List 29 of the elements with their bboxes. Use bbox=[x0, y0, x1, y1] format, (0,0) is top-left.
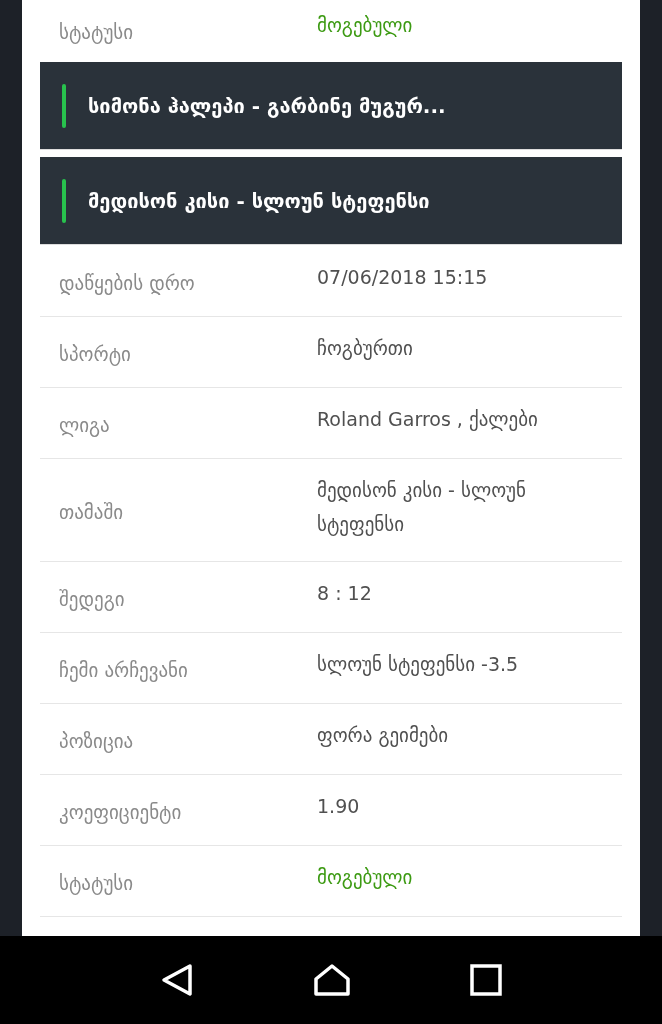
detail-value: 1.90 bbox=[317, 794, 361, 819]
detail-label: ჩემი არჩევანი bbox=[58, 658, 189, 681]
detail-value: Roland Garros , ქალები bbox=[317, 407, 539, 433]
back-icon[interactable] bbox=[159, 963, 194, 997]
detail-label: თამაში bbox=[58, 500, 125, 523]
accent-bar bbox=[62, 178, 66, 223]
status-value: მოგებული bbox=[317, 865, 414, 891]
match-header[interactable]: მედისონ კისი - სლოუნ სტეფენსი bbox=[40, 157, 622, 245]
detail-label: დაწყების დრო bbox=[58, 271, 196, 294]
detail-label: პოზიცია bbox=[58, 729, 135, 752]
detail-value: ჩოგბურთი bbox=[317, 336, 414, 362]
detail-label: შედეგი bbox=[58, 587, 126, 610]
match-header[interactable]: სიმონა ჰალეპი - გარბინე მუგურ... bbox=[40, 62, 622, 150]
status-value: მოგებული bbox=[317, 13, 414, 39]
recents-icon[interactable] bbox=[470, 964, 503, 996]
detail-label: კოეფიციენტი bbox=[58, 800, 183, 823]
accent-bar bbox=[62, 83, 66, 128]
detail-value: ფორა გეიმები bbox=[317, 723, 450, 749]
detail-label: სპორტი bbox=[58, 342, 132, 365]
detail-value: სლოუნ სტეფენსი -3.5 bbox=[317, 652, 520, 678]
detail-value: მედისონ კისი - სლოუნ სტეფენსი bbox=[317, 478, 527, 538]
detail-label: სტატუსი bbox=[58, 871, 135, 894]
detail-label: ლიგა bbox=[58, 413, 111, 436]
detail-label: სტატუსი bbox=[58, 20, 135, 43]
detail-value: 07/06/2018 15:15 bbox=[317, 265, 489, 290]
detail-value: 8 : 12 bbox=[317, 581, 373, 606]
match-title: სიმონა ჰალეპი - გარბინე მუგურ... bbox=[88, 93, 446, 118]
home-icon[interactable] bbox=[313, 963, 351, 997]
match-title: მედისონ კისი - სლოუნ სტეფენსი bbox=[88, 188, 430, 213]
